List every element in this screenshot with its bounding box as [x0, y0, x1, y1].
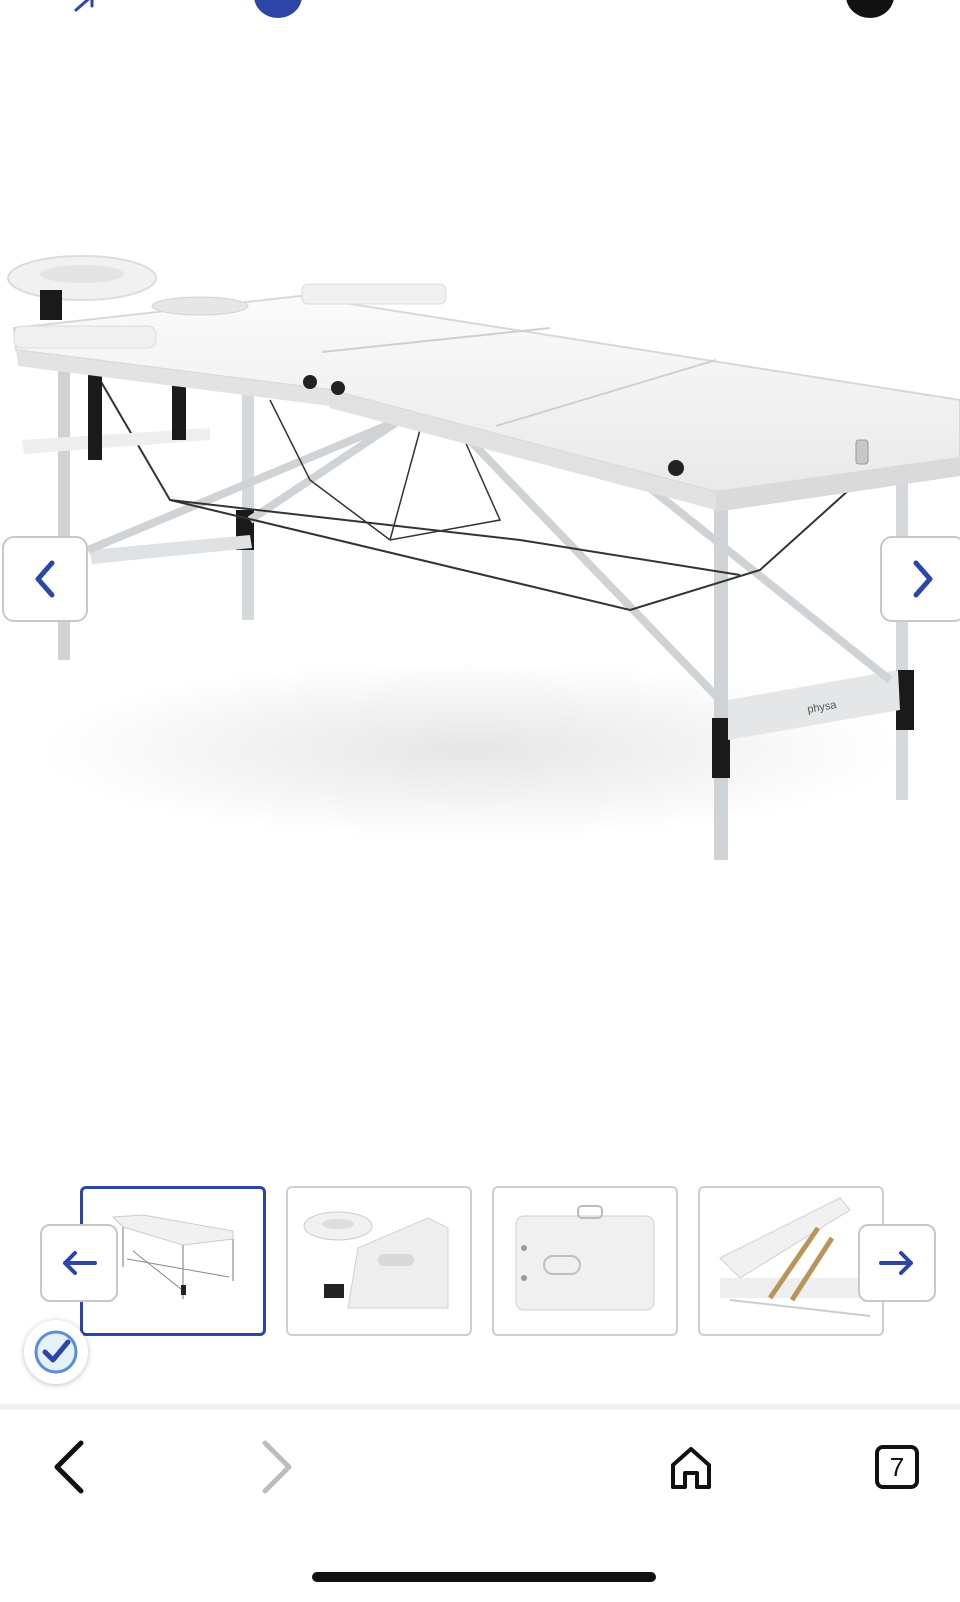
thumbnail-strip	[0, 1186, 960, 1340]
product-main-image: physa	[0, 230, 960, 910]
massage-table-illustration: physa	[7, 255, 960, 860]
close-icon[interactable]	[846, 0, 894, 18]
previous-image-button[interactable]	[2, 536, 88, 622]
expand-arrow-icon[interactable]	[72, 0, 98, 12]
verified-checkmark-icon	[34, 1330, 78, 1374]
chevron-right-icon	[913, 560, 933, 598]
thumbnail-next-button[interactable]	[858, 1224, 936, 1302]
info-icon[interactable]	[254, 0, 302, 18]
browser-back-button[interactable]	[34, 1432, 104, 1502]
arrow-right-icon	[879, 1251, 913, 1275]
browser-tabs-button[interactable]: 7	[862, 1432, 932, 1502]
thumbnail-headrest-detail[interactable]	[286, 1186, 472, 1336]
tabs-count: 7	[875, 1445, 919, 1489]
arrow-left-icon	[63, 1251, 97, 1275]
thumbnail-folded-case[interactable]	[492, 1186, 678, 1336]
verified-badge[interactable]	[24, 1320, 88, 1384]
product-gallery-page: physa 7	[0, 0, 960, 1602]
next-image-button[interactable]	[880, 536, 960, 622]
chevron-left-icon	[35, 560, 55, 598]
chevron-left-icon	[54, 1440, 84, 1494]
thumbnail-backrest-support[interactable]	[698, 1186, 884, 1336]
chevron-right-icon	[262, 1440, 292, 1494]
browser-home-button[interactable]	[656, 1432, 726, 1502]
home-indicator	[312, 1572, 656, 1582]
home-icon	[671, 1447, 711, 1489]
browser-forward-button[interactable]	[242, 1432, 312, 1502]
thumbnail-previous-button[interactable]	[40, 1224, 118, 1302]
